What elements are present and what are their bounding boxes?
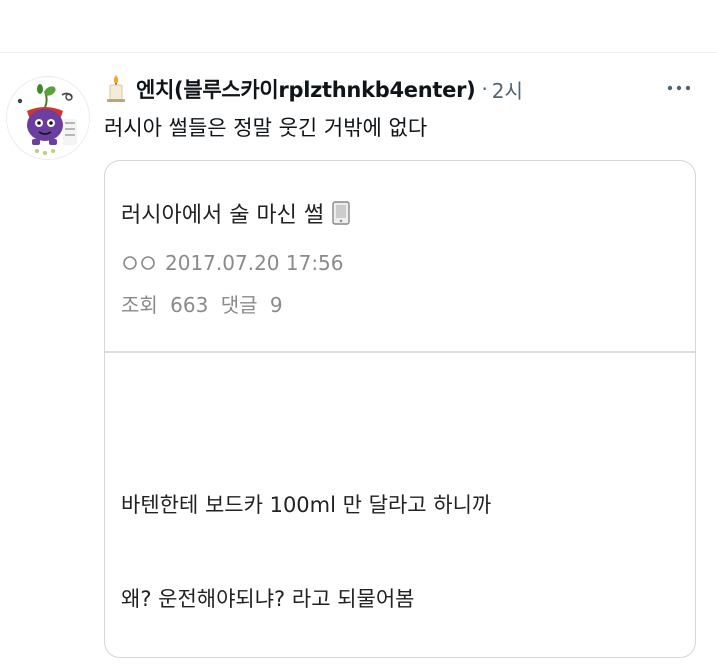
timeline-divider bbox=[0, 52, 717, 53]
purple-cartoon-avatar-icon bbox=[7, 77, 89, 159]
views-label: 조회 bbox=[121, 293, 158, 317]
card-divider bbox=[105, 351, 695, 353]
card-meta-row: 2017.07.20 17:56 bbox=[121, 251, 344, 275]
avatar[interactable] bbox=[6, 76, 90, 160]
card-title-row: 러시아에서 술 마신 썰 bbox=[121, 197, 350, 229]
more-dots-icon[interactable] bbox=[664, 80, 694, 96]
circles-icon bbox=[123, 256, 155, 270]
tweet-time[interactable]: 2시 bbox=[492, 75, 523, 104]
card-body-line: 바텐한테 보드카 100ml 만 달라고 하니까 bbox=[121, 493, 492, 517]
card-title: 러시아에서 술 마신 썰 bbox=[121, 203, 325, 228]
candle-icon bbox=[107, 75, 125, 102]
post-date: 2017.07.20 17:56 bbox=[165, 251, 344, 275]
phone-icon bbox=[332, 201, 350, 225]
tweet-header: 엔치(블루스카이rplzthnkb4enter) · 2시 bbox=[104, 74, 523, 104]
comments-count: 9 bbox=[269, 293, 283, 317]
display-name[interactable]: 엔치(블루스카이rplzthnkb4enter) bbox=[136, 74, 476, 104]
comments-label: 댓글 bbox=[220, 293, 258, 317]
tweet-text: 러시아 썰들은 정말 웃긴 거밖에 없다 bbox=[104, 116, 428, 140]
views-count: 663 bbox=[170, 293, 209, 317]
card-body-line: 왜? 운전해야되냐? 라고 되물어봄 bbox=[121, 587, 415, 611]
quoted-post-card[interactable]: 러시아에서 술 마신 썰 2017.07.20 17:56 조회 663 댓글 … bbox=[104, 160, 696, 658]
separator-dot: · bbox=[481, 77, 488, 101]
card-header: 러시아에서 술 마신 썰 2017.07.20 17:56 조회 663 댓글 … bbox=[105, 161, 695, 351]
card-stats-row: 조회 663 댓글 9 bbox=[121, 289, 289, 318]
